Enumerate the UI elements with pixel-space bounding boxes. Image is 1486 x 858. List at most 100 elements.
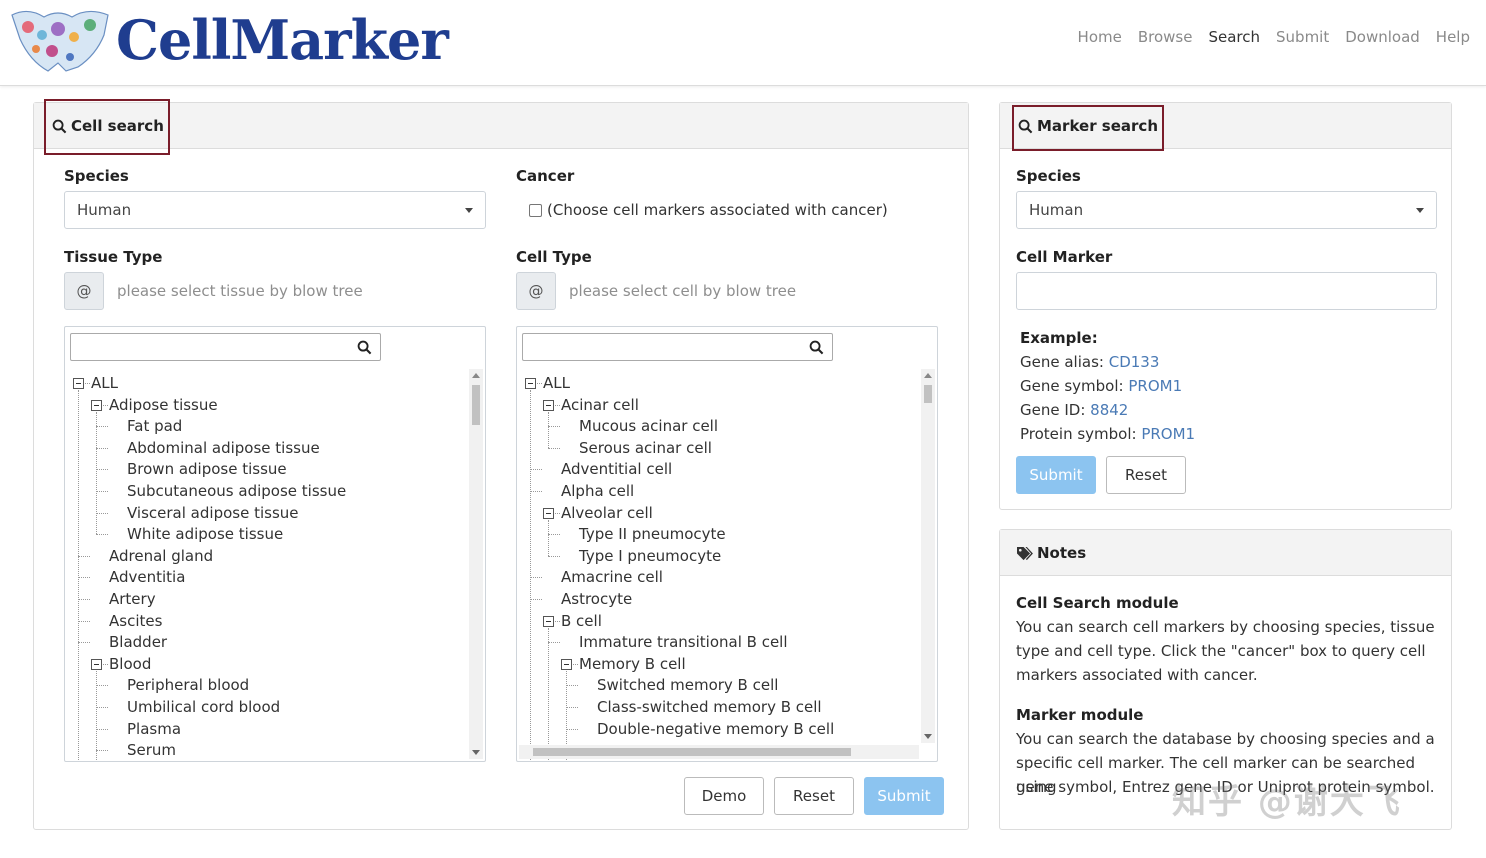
nav-download[interactable]: Download	[1345, 28, 1420, 46]
species-select[interactable]: Human	[64, 191, 486, 229]
collapse-icon[interactable]	[543, 399, 554, 411]
collapse-icon[interactable]	[91, 399, 102, 411]
tree-node-label[interactable]: Umbilical cord blood	[127, 697, 280, 717]
tree-connector	[555, 512, 560, 514]
marker-species-select[interactable]: Human	[1016, 191, 1437, 229]
collapse-icon[interactable]	[91, 658, 102, 670]
tree-node-label[interactable]: Abdominal adipose tissue	[127, 438, 320, 458]
collapse-icon[interactable]	[73, 378, 84, 389]
marker-search-panel: Marker search Species Human Cell Marker …	[999, 102, 1452, 510]
cell-placeholder[interactable]: please select cell by blow tree	[569, 282, 796, 300]
collapse-icon[interactable]	[561, 658, 572, 670]
search-icon[interactable]	[357, 340, 372, 355]
tree-node-label[interactable]: Fat pad	[127, 416, 182, 436]
tree-node-label[interactable]: Type II pneumocyte	[579, 524, 726, 544]
collapse-icon[interactable]	[525, 378, 536, 389]
tree-connector	[96, 707, 108, 708]
collapse-icon[interactable]	[543, 507, 554, 519]
demo-button[interactable]: Demo	[684, 777, 764, 815]
tissue-tree-scroll-thumb[interactable]	[472, 385, 480, 425]
tree-node-label[interactable]: Bladder	[109, 632, 167, 652]
tree-node-label[interactable]: Acinar cell	[561, 395, 639, 415]
tree-node-label[interactable]: Blood	[109, 654, 151, 674]
tree-node-label[interactable]: Type I pneumocyte	[579, 546, 721, 566]
tree-connector	[96, 685, 108, 687]
scroll-up-icon[interactable]	[472, 373, 480, 378]
cell-tree-hscrollbar[interactable]	[519, 745, 919, 759]
tree-node-label[interactable]: Amacrine cell	[561, 567, 663, 587]
tree-node-label[interactable]: Double-negative memory B cell	[597, 719, 834, 739]
marker-submit-button[interactable]: Submit	[1016, 456, 1096, 494]
tree-node-label[interactable]: Memory B cell	[579, 654, 686, 674]
tree-node-label[interactable]: Class-switched memory B cell	[597, 697, 822, 717]
marker-module-title: Marker module	[1016, 706, 1144, 724]
tissue-type-field[interactable]: @ please select tissue by blow tree	[64, 272, 486, 310]
brand-name[interactable]: CellMarker	[116, 6, 449, 74]
tree-connector	[573, 663, 578, 665]
tree-node-label[interactable]: Visceral adipose tissue	[127, 503, 299, 523]
tree-node-label[interactable]: Adrenal gland	[109, 546, 213, 566]
cell-search-header	[34, 103, 968, 149]
tree-node-label[interactable]: Astrocyte	[561, 589, 632, 609]
tree-node-label[interactable]: Ascites	[109, 611, 162, 631]
tree-node-label[interactable]: Immature transitional B cell	[579, 632, 788, 652]
tree-node-label[interactable]: Alpha cell	[561, 481, 634, 501]
tree-node-label[interactable]: ALL	[543, 373, 570, 393]
scroll-down-icon[interactable]	[472, 750, 480, 755]
marker-reset-button[interactable]: Reset	[1106, 456, 1186, 494]
tree-node-label[interactable]: Adventitia	[109, 567, 185, 587]
tree-node-label[interactable]: Subcutaneous adipose tissue	[127, 481, 346, 501]
cell-tree-hscroll-thumb[interactable]	[533, 748, 851, 756]
tree-node-label[interactable]: Alveolar cell	[561, 503, 653, 523]
tree-node-label[interactable]: Switched memory B cell	[597, 675, 778, 695]
tree-node-label[interactable]: Serous acinar cell	[579, 438, 712, 458]
tree-node-label[interactable]: White adipose tissue	[127, 524, 283, 544]
nav-browse[interactable]: Browse	[1138, 28, 1193, 46]
chevron-down-icon	[1416, 207, 1424, 213]
example-gene-symbol-link[interactable]: PROM1	[1128, 377, 1182, 395]
tissue-tree-scrollbar[interactable]	[469, 369, 483, 759]
nav-help[interactable]: Help	[1436, 28, 1470, 46]
tree-node-label[interactable]: Peripheral blood	[127, 675, 249, 695]
nav-home[interactable]: Home	[1078, 28, 1122, 46]
collapse-icon[interactable]	[543, 615, 554, 627]
tags-icon	[1017, 546, 1033, 560]
scroll-down-icon[interactable]	[924, 734, 932, 739]
tree-node-label[interactable]: Artery	[109, 589, 156, 609]
cell-tree-search-input[interactable]	[522, 333, 833, 361]
cell-tree-scrollbar[interactable]	[921, 369, 935, 743]
tissue-placeholder[interactable]: please select tissue by blow tree	[117, 282, 363, 300]
tree-node-label[interactable]: Adipose tissue	[109, 395, 218, 415]
tree-node-label[interactable]: B cell	[561, 611, 602, 631]
tissue-tree-search-input[interactable]	[70, 333, 381, 361]
cell-reset-button[interactable]: Reset	[774, 777, 854, 815]
search-icon[interactable]	[809, 340, 824, 355]
cancer-checkbox-label[interactable]: (Choose cell markers associated with can…	[547, 201, 888, 219]
tree-connector	[537, 383, 542, 384]
tree-node-label[interactable]: Mucous acinar cell	[579, 416, 718, 436]
nav-submit[interactable]: Submit	[1276, 28, 1329, 46]
tree-connector	[96, 447, 108, 449]
tree-connector	[96, 728, 108, 730]
cancer-checkbox[interactable]	[529, 203, 542, 217]
tree-node-label[interactable]: Serum	[127, 740, 176, 760]
cell-tree-scroll-thumb[interactable]	[924, 385, 932, 403]
tree-node-label[interactable]: ALL	[91, 373, 118, 393]
example-gene-symbol-label: Gene symbol:	[1020, 377, 1129, 395]
cell-module-line-2: type and cell type. Click the "cancer" b…	[1016, 642, 1426, 660]
cell-type-field[interactable]: @ please select cell by blow tree	[516, 272, 938, 310]
cell-submit-button[interactable]: Submit	[864, 777, 944, 815]
scroll-up-icon[interactable]	[924, 373, 932, 378]
tree-node-label[interactable]: Brown adipose tissue	[127, 459, 287, 479]
example-gene-id-link[interactable]: 8842	[1090, 401, 1128, 419]
tree-node-label[interactable]: Plasma	[127, 719, 181, 739]
cancer-checkbox-row[interactable]: (Choose cell markers associated with can…	[529, 201, 888, 219]
cell-marker-input[interactable]	[1016, 272, 1437, 310]
tree-node-label[interactable]: Adventitial cell	[561, 459, 672, 479]
tissue-tree: ALL Adipose tissue Fat pad Abdominal adipos…	[73, 373, 465, 761]
cellmarker-logo-icon[interactable]	[8, 5, 116, 73]
example-gene-alias-link[interactable]: CD133	[1109, 353, 1160, 371]
tree-connector	[548, 534, 560, 536]
example-protein-symbol-link[interactable]: PROM1	[1141, 425, 1195, 443]
nav-search[interactable]: Search	[1208, 28, 1260, 46]
